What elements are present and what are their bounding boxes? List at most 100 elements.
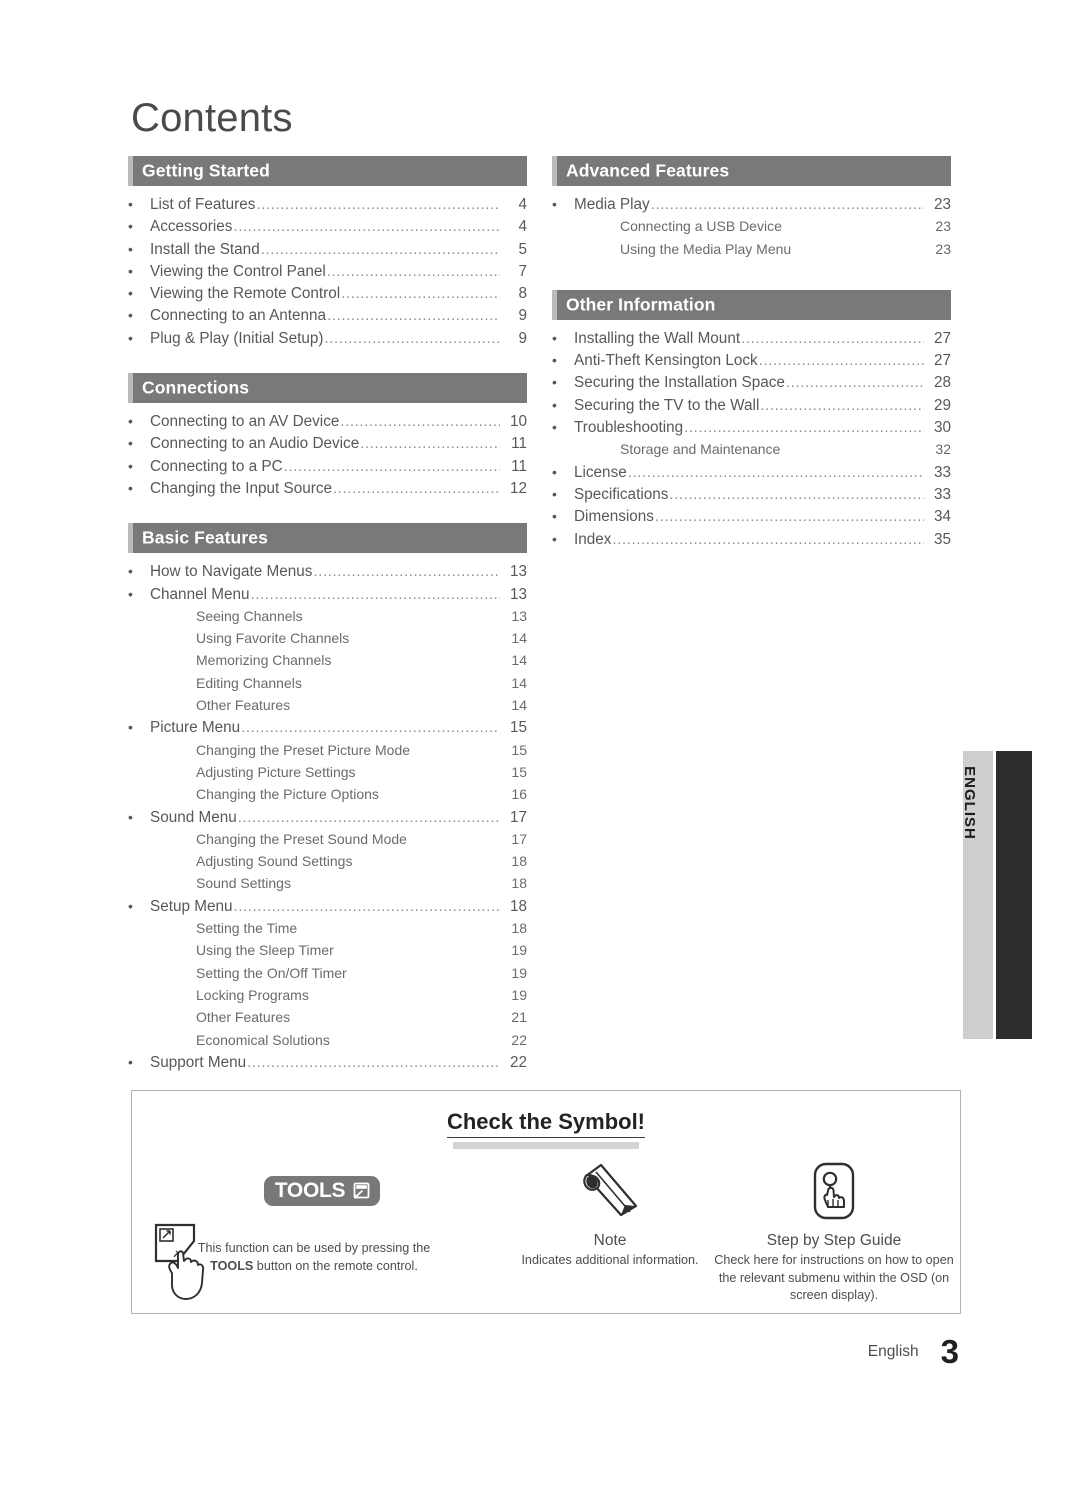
toc-entry-support-menu[interactable]: • Support Menu...........................… (128, 1051, 527, 1073)
toc-entry-page-number: 5 (518, 240, 527, 258)
toc-entry-label: Using Favorite Channels (196, 630, 350, 647)
leader-dots: ........................................… (327, 307, 500, 325)
bullet-icon: • (552, 419, 557, 436)
toc-entry-using-the-media-play-menu[interactable]: •Using the Media Play Menu..............… (552, 238, 951, 260)
toc-entry-label: Changing the Picture Options (196, 786, 379, 803)
toc-entry-adjusting-picture-settings[interactable]: •Adjusting Picture Settings.............… (128, 761, 527, 783)
toc-entry-page-number: 15 (511, 741, 527, 758)
toc-entry-setup-menu[interactable]: • Setup Menu.............................… (128, 895, 527, 917)
bullet-icon: • (128, 262, 133, 279)
toc-entry-changing-the-preset-picture-mode[interactable]: •Changing the Preset Picture Mode.......… (128, 739, 527, 761)
toc-entry-index[interactable]: • Index..................................… (552, 528, 951, 550)
toc-entry-label: Plug & Play (Initial Setup) (150, 329, 324, 347)
toc-entry-adjusting-sound-settings[interactable]: •Adjusting Sound Settings...............… (128, 850, 527, 872)
toc-entry-other-features[interactable]: •Other Features.........................… (128, 1006, 527, 1028)
toc-entry-list-of-features[interactable]: • List of Features.......................… (128, 193, 527, 215)
bullet-icon: • (128, 897, 133, 914)
toc-entry-how-to-navigate-menus[interactable]: • How to Navigate Menus..................… (128, 560, 527, 582)
toc-entry-page-number: 13 (509, 585, 527, 603)
toc-entry-viewing-the-control-panel[interactable]: • Viewing the Control Panel..............… (128, 260, 527, 282)
leader-dots: ........................................… (341, 285, 500, 303)
toc-entry-label: Index (574, 530, 612, 548)
step-guide-description: Check here for instructions on how to op… (714, 1253, 954, 1302)
toc-entry-changing-the-picture-options[interactable]: •Changing the Picture Options...........… (128, 783, 527, 805)
toc-entry-using-favorite-channels[interactable]: •Using Favorite Channels................… (128, 627, 527, 649)
toc-entry-connecting-a-usb-device[interactable]: •Connecting a USB Device................… (552, 215, 951, 237)
leader-dots: ........................................… (326, 262, 500, 280)
toc-entry-economical-solutions[interactable]: •Economical Solutions...................… (128, 1029, 527, 1051)
toc-entry-connecting-to-an-av-device[interactable]: • Connecting to an AV Device.............… (128, 410, 527, 432)
leader-dots: ........................................… (333, 479, 500, 497)
leader-dots: ........................................… (324, 329, 500, 347)
toc-entry-other-features[interactable]: •Other Features.........................… (128, 694, 527, 716)
toc-entry-media-play[interactable]: • Media Play.............................… (552, 193, 951, 215)
toc-entry-sound-settings[interactable]: •Sound Settings.........................… (128, 872, 527, 894)
leader-dots: ........................................… (260, 240, 500, 258)
tools-description-line1: This function can be used by pressing th… (197, 1241, 431, 1255)
leader-dots: ........................................… (760, 396, 924, 414)
toc-entry-plug-play-initial-setup[interactable]: • Plug & Play (Initial Setup)............… (128, 327, 527, 349)
toc-entry-securing-the-tv-to-the-wall[interactable]: • Securing the TV to the Wall............… (552, 394, 951, 416)
toc-entry-troubleshooting[interactable]: • Troubleshooting........................… (552, 416, 951, 438)
toc-entry-label: Memorizing Channels (196, 652, 332, 669)
toc-entry-viewing-the-remote-control[interactable]: • Viewing the Remote Control.............… (128, 282, 527, 304)
toc-entry-securing-the-installation-space[interactable]: • Securing the Installation Space........… (552, 371, 951, 393)
toc-entry-install-the-stand[interactable]: • Install the Stand......................… (128, 238, 527, 260)
bullet-icon: • (128, 307, 133, 324)
toc-entry-label: Connecting to a PC (150, 457, 283, 475)
toc-entry-label: Sound Menu (150, 808, 237, 826)
toc-entry-using-the-sleep-timer[interactable]: •Using the Sleep Timer..................… (128, 939, 527, 961)
toc-entry-dimensions[interactable]: • Dimensions.............................… (552, 505, 951, 527)
toc-list: • List of Features.......................… (128, 193, 527, 349)
tools-description-line2: button on the remote control. (253, 1258, 418, 1273)
leader-dots: ........................................… (340, 413, 500, 431)
symbol-box-columns: TOOLS TOOLS (132, 1153, 960, 1311)
leader-dots: ........................................… (233, 218, 500, 236)
toc-entry-connecting-to-a-pc[interactable]: • Connecting to a PC.....................… (128, 455, 527, 477)
toc-entry-label: Changing the Preset Sound Mode (196, 830, 407, 847)
bullet-icon: • (128, 196, 133, 212)
toc-entry-changing-the-input-source[interactable]: • Changing the Input Source..............… (128, 477, 527, 499)
toc-entry-sound-menu[interactable]: • Sound Menu.............................… (128, 806, 527, 828)
toc-entry-label: Dimensions (574, 508, 654, 526)
toc-entry-page-number: 8 (518, 285, 527, 303)
bullet-icon: • (128, 457, 133, 474)
toc-entry-page-number: 34 (933, 508, 951, 526)
toc-entry-page-number: 4 (518, 218, 527, 236)
bullet-icon: • (552, 374, 557, 391)
toc-entry-setting-the-time[interactable]: •Setting the Time.......................… (128, 917, 527, 939)
toc-entry-memorizing-channels[interactable]: •Memorizing Channels....................… (128, 649, 527, 671)
symbol-item-note: Note Indicates additional information. (512, 1153, 708, 1311)
toc-entry-license[interactable]: • License................................… (552, 461, 951, 483)
toc-entry-label: Securing the Installation Space (574, 374, 785, 392)
note-heading: Note (593, 1232, 627, 1249)
toc-entry-page-number: 19 (511, 964, 527, 981)
tools-description-bold: TOOLS (210, 1258, 254, 1273)
bullet-icon: • (128, 218, 133, 235)
toc-entry-accessories[interactable]: • Accessories............................… (128, 215, 527, 237)
toc-entry-label: Editing Channels (196, 674, 302, 691)
leader-dots: ........................................… (781, 439, 924, 461)
note-description: Indicates additional information. (521, 1253, 699, 1267)
toc-entry-connecting-to-an-audio-device[interactable]: • Connecting to an Audio Device..........… (128, 432, 527, 454)
toc-entry-label: Using the Sleep Timer (196, 942, 334, 959)
toc-entry-installing-the-wall-mount[interactable]: • Installing the Wall Mount..............… (552, 327, 951, 349)
toc-entry-picture-menu[interactable]: • Picture Menu...........................… (128, 716, 527, 738)
toc-entry-editing-channels[interactable]: •Editing Channels.......................… (128, 672, 527, 694)
toc-entry-page-number: 9 (518, 329, 527, 347)
toc-entry-channel-menu[interactable]: • Channel Menu...........................… (128, 583, 527, 605)
page-title: Contents (131, 96, 293, 140)
toc-entry-storage-and-maintenance[interactable]: •Storage and Maintenance................… (552, 438, 951, 460)
toc-entry-seeing-channels[interactable]: •Seeing Channels........................… (128, 605, 527, 627)
toc-entry-setting-the-on-off-timer[interactable]: •Setting the On/Off Timer...............… (128, 962, 527, 984)
toc-entry-page-number: 22 (511, 1031, 527, 1048)
symbol-item-step-guide: Step by Step Guide Check here for instru… (708, 1153, 960, 1311)
toc-entry-label: Adjusting Sound Settings (196, 853, 353, 870)
bullet-icon: • (552, 396, 557, 413)
toc-entry-locking-programs[interactable]: •Locking Programs.......................… (128, 984, 527, 1006)
toc-entry-changing-the-preset-sound-mode[interactable]: •Changing the Preset Sound Mode.........… (128, 828, 527, 850)
toc-entry-page-number: 17 (509, 808, 527, 826)
toc-entry-specifications[interactable]: • Specifications.........................… (552, 483, 951, 505)
toc-entry-anti-theft-kensington-lock[interactable]: • Anti-Theft Kensington Lock.............… (552, 349, 951, 371)
toc-entry-connecting-to-an-antenna[interactable]: • Connecting to an Antenna...............… (128, 304, 527, 326)
